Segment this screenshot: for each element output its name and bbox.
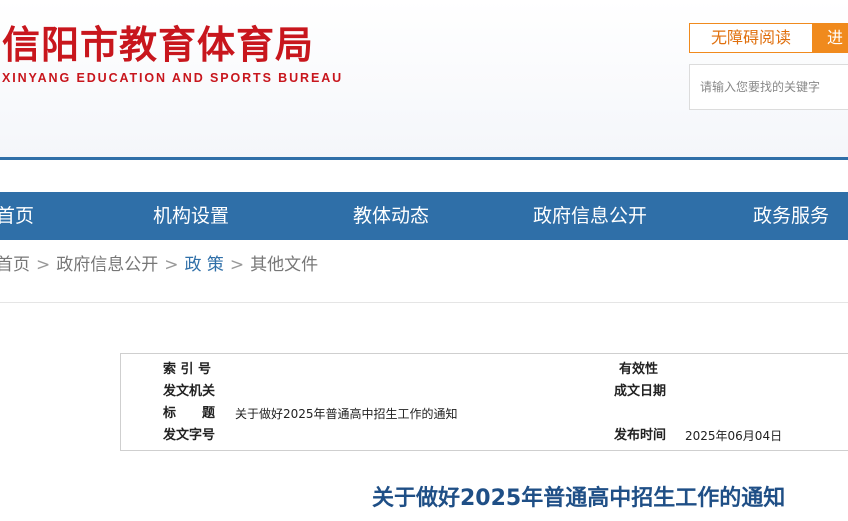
document-meta-table: 索 引 号 有效性 发文机关 成文日期 标 题 关于做好2025年普通高中招生工… [120, 353, 848, 451]
nav-item-services[interactable]: 政务服务 [753, 192, 829, 240]
nav-item-organization[interactable]: 机构设置 [153, 192, 229, 240]
title-value: 关于做好2025年普通高中招生工作的通知 [235, 407, 458, 421]
article-title: 关于做好2025年普通高中招生工作的通知 [372, 486, 786, 511]
nav-item-news[interactable]: 教体动态 [353, 192, 429, 240]
breadcrumb: 首页 > 政府信息公开 > 政 策 > 其他文件 [0, 253, 318, 277]
header-divider [0, 157, 848, 160]
content-divider [0, 302, 848, 303]
issuer-label: 发文机关 [163, 384, 216, 399]
breadcrumb-separator: > [36, 255, 51, 275]
document-number-label: 发文字号 [163, 428, 216, 443]
breadcrumb-policy[interactable]: 政 策 [185, 255, 224, 275]
nav-item-gov-info[interactable]: 政府信息公开 [533, 192, 647, 240]
breadcrumb-home[interactable]: 首页 [0, 255, 30, 275]
site-logo-subtitle: XINYANG EDUCATION AND SPORTS BUREAU [2, 71, 344, 85]
search-input[interactable] [689, 64, 848, 110]
main-nav: 首页 机构设置 教体动态 政府信息公开 政务服务 [0, 192, 848, 240]
nav-item-home[interactable]: 首页 [0, 192, 34, 240]
breadcrumb-gov-info[interactable]: 政府信息公开 [56, 255, 158, 275]
breadcrumb-separator: > [229, 255, 245, 275]
publish-date-label: 发布时间 [614, 428, 667, 443]
index-number-label: 索 引 号 [163, 362, 212, 377]
breadcrumb-separator: > [164, 255, 179, 275]
created-date-label: 成文日期 [614, 384, 667, 399]
breadcrumb-other-docs[interactable]: 其他文件 [250, 255, 318, 275]
enter-button[interactable]: 进 [813, 23, 848, 53]
publish-date-value: 2025年06月04日 [685, 429, 783, 443]
validity-label: 有效性 [619, 362, 659, 377]
site-logo-title[interactable]: 信阳市教育体育局 [2, 22, 314, 68]
title-label: 标 题 [163, 406, 216, 421]
accessibility-reading-button[interactable]: 无障碍阅读 [689, 23, 813, 53]
